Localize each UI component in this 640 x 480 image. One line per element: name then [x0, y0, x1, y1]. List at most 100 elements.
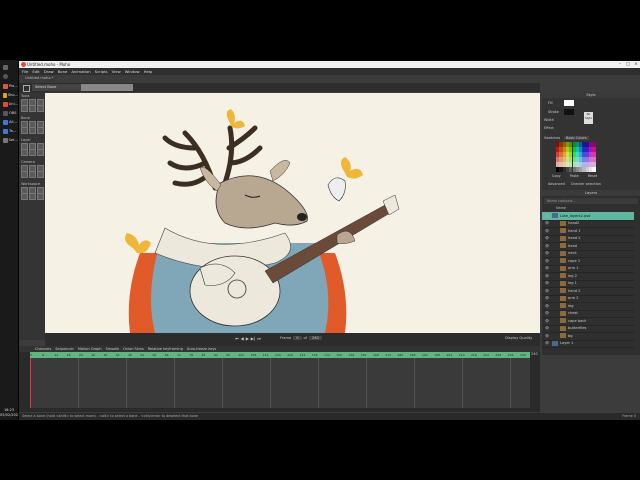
menu-window[interactable]: Window: [125, 69, 140, 74]
visibility-eye-icon[interactable]: 👁: [542, 319, 552, 323]
visibility-eye-icon[interactable]: 👁: [542, 326, 552, 330]
timeline-tab[interactable]: Onion Skins: [123, 347, 144, 351]
taskbar-search-icon[interactable]: [0, 72, 18, 80]
tool-icon[interactable]: [21, 105, 28, 112]
stroke-swatch[interactable]: [564, 109, 574, 115]
moho-app-icon: [21, 62, 26, 67]
tool-icon[interactable]: [29, 127, 36, 134]
visibility-eye-icon[interactable]: 👁: [542, 274, 552, 278]
tool-icon[interactable]: [37, 105, 44, 112]
fast-forward-icon[interactable]: ⏭: [257, 336, 261, 341]
taskbar-start-icon[interactable]: [0, 63, 18, 71]
reset-button[interactable]: Reset: [588, 174, 597, 178]
ruler-tick-label: 192: [422, 353, 428, 357]
visibility-eye-icon[interactable]: 👁: [542, 251, 552, 255]
tool-icon[interactable]: [29, 171, 36, 178]
layer-type-icon: [560, 325, 566, 331]
visibility-eye-icon[interactable]: 👁: [542, 334, 552, 338]
visibility-eye-icon[interactable]: 👁: [542, 304, 552, 308]
taskbar-app[interactable]: Sho...: [0, 91, 18, 99]
rewind-icon[interactable]: ⏮: [235, 336, 239, 341]
menu-help[interactable]: Help: [144, 69, 153, 74]
copy-button[interactable]: Copy: [552, 174, 561, 178]
timeline-track-area[interactable]: [30, 358, 530, 408]
fill-swatch[interactable]: [564, 100, 574, 106]
visibility-eye-icon[interactable]: 👁: [542, 259, 552, 263]
tool-icon[interactable]: [21, 193, 28, 200]
visibility-eye-icon[interactable]: 👁: [542, 221, 552, 225]
visibility-eye-icon[interactable]: 👁: [542, 311, 552, 315]
maximize-button[interactable]: □: [624, 61, 632, 68]
layer-name: leg 2: [568, 273, 577, 278]
bone-select-dropdown[interactable]: Select Bone: [32, 84, 83, 91]
ruler-tick-label: 84: [201, 353, 206, 357]
visibility-eye-icon[interactable]: 👁: [542, 281, 552, 285]
visibility-eye-icon[interactable]: 👁: [542, 266, 552, 270]
app-icon: [3, 92, 7, 98]
tool-icon[interactable]: [37, 171, 44, 178]
playhead[interactable]: [30, 358, 31, 408]
palette-swatch[interactable]: [592, 167, 596, 172]
close-button[interactable]: ×: [632, 61, 640, 68]
tool-icon[interactable]: [29, 193, 36, 200]
visibility-eye-icon[interactable]: 👁: [542, 214, 552, 218]
layer-search-input[interactable]: Name contains...: [544, 198, 638, 204]
checker-selection-button[interactable]: Checker selection: [571, 182, 601, 186]
timeline-tab[interactable]: Sequencer: [55, 347, 74, 351]
ruler-tick-label: 150: [336, 353, 342, 357]
tool-icon[interactable]: [37, 149, 44, 156]
timeline-tab[interactable]: Motion Graph: [78, 347, 102, 351]
no-style-button[interactable]: No Style: [584, 112, 593, 124]
taskbar-app[interactable]: Ali...: [0, 118, 18, 126]
tool-icon[interactable]: [37, 193, 44, 200]
tool-icon[interactable]: [21, 127, 28, 134]
ruler-tick-label: 72: [177, 353, 181, 357]
layer-row[interactable]: 👁 Layer 1: [542, 340, 634, 348]
taskbar-app[interactable]: OBS: [0, 109, 18, 117]
tool-icon[interactable]: [29, 149, 36, 156]
menu-view[interactable]: View: [112, 69, 121, 74]
total-frames[interactable]: 240: [308, 336, 322, 340]
paste-button[interactable]: Paste: [570, 174, 579, 178]
taskbar-app[interactable]: Pla...: [0, 82, 18, 90]
color-palette[interactable]: [556, 142, 596, 172]
menu-file[interactable]: File: [22, 69, 28, 74]
menu-bone[interactable]: Bone: [58, 69, 68, 74]
taskbar-app[interactable]: Ta...: [0, 127, 18, 135]
step-back-icon[interactable]: ◀: [241, 336, 244, 341]
visibility-eye-icon[interactable]: 👁: [542, 289, 552, 293]
timeline-tab[interactable]: Relative keyframing: [148, 347, 183, 351]
visibility-eye-icon[interactable]: 👁: [542, 296, 552, 300]
visibility-eye-icon[interactable]: 👁: [542, 236, 552, 240]
menu-animation[interactable]: Animation: [71, 69, 90, 74]
play-icon[interactable]: ▶: [246, 336, 249, 341]
tool-icon[interactable]: [21, 149, 28, 156]
tool-options-icon[interactable]: [23, 85, 30, 92]
tool-icon[interactable]: [21, 171, 28, 178]
frame-input[interactable]: 0: [293, 336, 302, 340]
taskbar-app[interactable]: Set...: [0, 136, 18, 144]
canvas[interactable]: [45, 93, 540, 333]
swatch-set-dropdown[interactable]: Basic Colors: [564, 136, 589, 140]
timeline-tab[interactable]: Channels: [35, 347, 51, 351]
timeline-tab[interactable]: Smooth: [106, 347, 120, 351]
visibility-eye-icon[interactable]: 👁: [542, 244, 552, 248]
frame-label: Frame: [280, 336, 292, 340]
visibility-eye-icon[interactable]: 👁: [542, 341, 552, 345]
bone-name-field[interactable]: [81, 84, 133, 91]
tool-icon[interactable]: [37, 127, 44, 134]
menu-scripts[interactable]: Scripts: [95, 69, 108, 74]
minimize-button[interactable]: –: [616, 61, 624, 68]
menu-edit[interactable]: Edit: [32, 69, 39, 74]
step-forward-icon[interactable]: ▶|: [251, 336, 255, 341]
ruler-tick-label: 216: [471, 353, 477, 357]
menu-draw[interactable]: Draw: [44, 69, 54, 74]
ruler-tick-label: 156: [348, 353, 355, 357]
document-tab[interactable]: Untitled.moho *: [22, 75, 54, 82]
tool-icon[interactable]: [29, 105, 36, 112]
advanced-button[interactable]: Advanced: [548, 182, 565, 186]
display-quality-button[interactable]: Display Quality: [505, 336, 532, 340]
visibility-eye-icon[interactable]: 👁: [542, 229, 552, 233]
timeline-tab[interactable]: Auto-freeze keys: [187, 347, 216, 351]
taskbar-app[interactable]: Uni...: [0, 100, 18, 108]
